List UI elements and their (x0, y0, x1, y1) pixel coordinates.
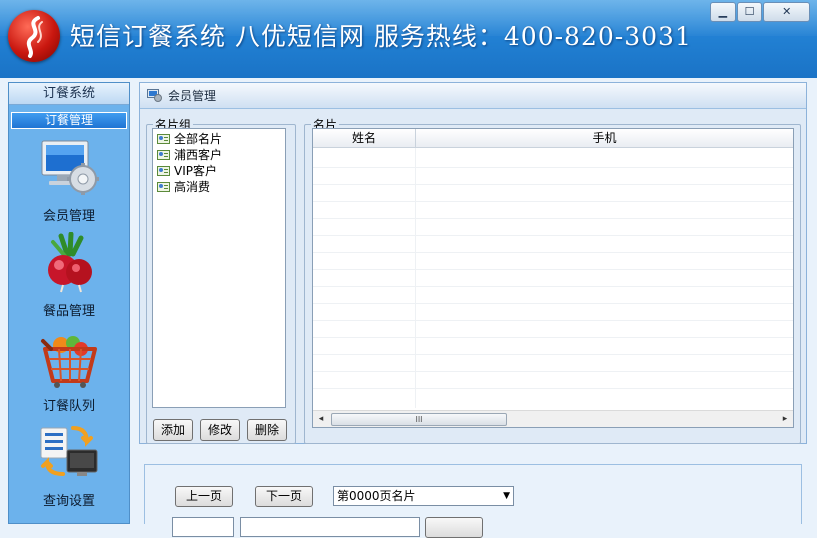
minimize-button[interactable]: ▁ (710, 2, 736, 22)
shopping-basket-icon (39, 327, 101, 389)
contact-card-icon (157, 165, 170, 177)
prev-page-button[interactable]: 上一页 (175, 486, 233, 507)
column-header-name[interactable]: 姓名 (313, 129, 416, 148)
contact-card-icon (157, 181, 170, 193)
sidebar-item-query-settings[interactable]: 查询设置 (9, 420, 129, 512)
row-line (313, 320, 793, 321)
scroll-thumb[interactable]: III (331, 413, 507, 426)
add-group-button[interactable]: 添加 (153, 419, 193, 441)
row-line (313, 337, 793, 338)
row-line (313, 286, 793, 287)
row-line (313, 218, 793, 219)
radish-icon (39, 231, 101, 294)
column-header-mobile[interactable]: 手机 (416, 129, 793, 148)
row-line (313, 371, 793, 372)
page-select-value: 第0000页名片 (337, 489, 416, 503)
app-title: 短信订餐系统 八优短信网 服务热线：400-820-3031 (70, 22, 692, 51)
close-icon: ✕ (782, 5, 792, 18)
contact-card-icon (157, 133, 170, 145)
group-name: 高消费 (174, 180, 211, 194)
maximize-icon: ☐ (744, 5, 755, 18)
row-line (313, 303, 793, 304)
sidebar-item-label: 会员管理 (42, 209, 95, 224)
scroll-right-icon[interactable]: ▸ (777, 411, 793, 428)
table-header: 姓名 手机 (313, 129, 793, 148)
sidebar: 订餐系统 订餐管理 会员管理 餐品管理 订餐队列 查询设置 (8, 82, 130, 524)
horizontal-scrollbar[interactable]: ◂ III ▸ (313, 410, 793, 427)
sidebar-header[interactable]: 订餐系统 (9, 83, 129, 105)
list-item[interactable]: 浦西客户 (157, 147, 222, 163)
row-line (313, 184, 793, 185)
sidebar-item-order-queue[interactable]: 订餐队列 (9, 325, 129, 417)
window-controls: ▁ ☐ ✕ (710, 2, 810, 22)
contact-card-icon (157, 149, 170, 161)
scroll-left-icon[interactable]: ◂ (313, 411, 329, 428)
member-computer-gear-icon (39, 137, 101, 199)
list-item[interactable]: VIP客户 (157, 163, 217, 179)
delete-group-button[interactable]: 删除 (247, 419, 287, 441)
scroll-thumb-grip: III (415, 415, 423, 424)
sidebar-item-menu-management[interactable]: 餐品管理 (9, 230, 129, 322)
sidebar-section-title[interactable]: 订餐管理 (11, 112, 127, 129)
card-group-list[interactable]: 全部名片 浦西客户 VIP客户 高消费 (152, 128, 286, 408)
sidebar-item-label: 查询设置 (42, 494, 95, 509)
list-item[interactable]: 高消费 (157, 179, 210, 195)
query-settings-icon (39, 422, 101, 484)
row-line (313, 167, 793, 168)
search-field-select[interactable] (172, 517, 234, 537)
sidebar-item-label: 订餐队列 (42, 399, 95, 414)
search-input[interactable] (240, 517, 420, 537)
group-name: 全部名片 (174, 132, 223, 146)
maximize-button[interactable]: ☐ (736, 2, 763, 22)
column-divider (415, 148, 416, 408)
title-bar: 短信订餐系统 八优短信网 服务热线：400-820-3031 ▁ ☐ ✕ (0, 0, 817, 78)
close-button[interactable]: ✕ (763, 2, 810, 22)
chevron-down-icon: ▼ (503, 491, 510, 501)
edit-group-button[interactable]: 修改 (200, 419, 240, 441)
row-line (313, 388, 793, 389)
group-name: 浦西客户 (174, 148, 223, 162)
row-line (313, 235, 793, 236)
sidebar-item-label: 餐品管理 (42, 304, 95, 319)
card-table[interactable]: 姓名 手机 ◂ III ▸ (312, 128, 794, 428)
panel-title: 会员管理 (140, 83, 806, 109)
row-line (313, 201, 793, 202)
search-button[interactable] (425, 517, 483, 538)
app-logo-icon (8, 10, 60, 62)
list-item[interactable]: 全部名片 (157, 131, 222, 147)
sidebar-item-member-management[interactable]: 会员管理 (9, 135, 129, 227)
row-line (313, 269, 793, 270)
member-panel-icon (147, 89, 162, 102)
group-name: VIP客户 (174, 164, 217, 178)
page-select[interactable]: 第0000页名片 ▼ (333, 486, 514, 506)
row-line (313, 354, 793, 355)
row-line (313, 252, 793, 253)
minimize-icon: ▁ (718, 5, 728, 18)
next-page-button[interactable]: 下一页 (255, 486, 313, 507)
